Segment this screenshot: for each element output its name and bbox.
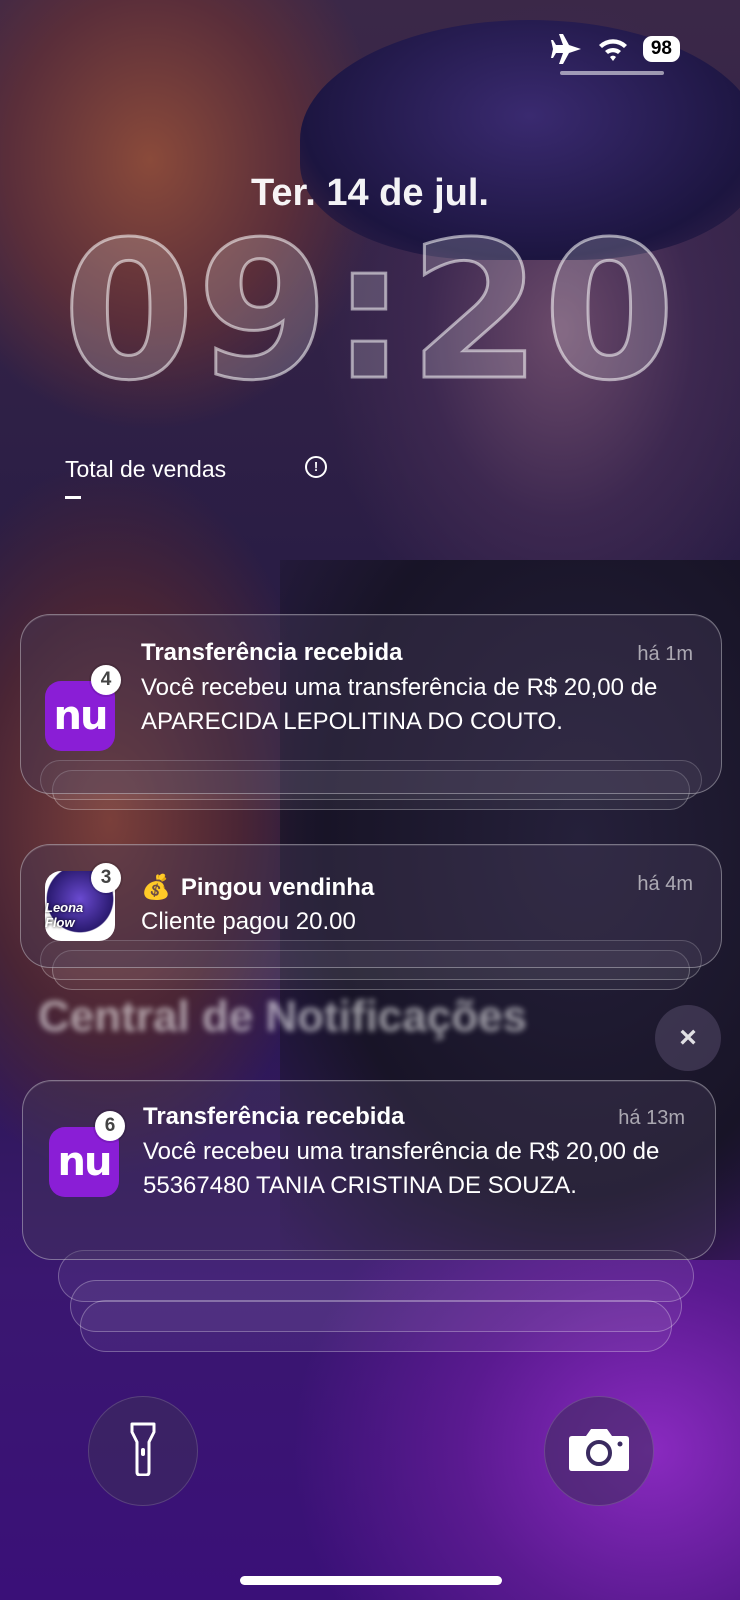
nubank-logo-icon: nu <box>57 1139 113 1185</box>
notification-count-badge: 6 <box>95 1111 125 1141</box>
notification-card[interactable]: Leona Flow 3 💰 Pingou vendinha há 4m Clie… <box>20 844 722 968</box>
notification-title: Transferência recebida <box>141 639 403 666</box>
home-indicator[interactable] <box>240 1576 502 1585</box>
notification-time: há 1m <box>637 643 693 665</box>
airplane-mode-icon <box>550 34 583 64</box>
notification-title: Pingou vendinha <box>180 874 375 901</box>
wifi-icon <box>597 36 629 62</box>
widget-title: Total de vendas <box>65 456 227 482</box>
notification-card[interactable]: nu 4 Transferência recebida há 1m Você r… <box>20 614 722 794</box>
info-icon: ! <box>305 456 327 478</box>
notification-time: há 4m <box>637 873 693 895</box>
control-center-grabber[interactable] <box>560 71 664 75</box>
lock-time: 09:20 <box>61 201 678 422</box>
flashlight-icon <box>130 1422 156 1481</box>
notification-time: há 13m <box>618 1107 685 1129</box>
close-icon: × <box>679 1021 697 1054</box>
widget-value-placeholder <box>65 496 81 499</box>
nubank-logo-icon: nu <box>53 693 109 739</box>
camera-button[interactable] <box>544 1396 654 1506</box>
notification-body: Você recebeu uma transferência de R$ 20,… <box>143 1138 660 1199</box>
notification-count-badge: 4 <box>91 665 121 695</box>
clear-notifications-button[interactable]: × <box>655 1005 721 1071</box>
camera-icon <box>568 1426 630 1477</box>
battery-indicator: 98 <box>642 36 680 62</box>
notification-body: Cliente pagou 20.00 <box>141 908 356 935</box>
notification-count-badge: 3 <box>91 863 121 893</box>
notification-title: Transferência recebida <box>143 1103 405 1130</box>
money-bag-icon: 💰 <box>141 874 171 901</box>
status-bar: 98 <box>550 34 680 64</box>
flashlight-button[interactable] <box>88 1396 198 1506</box>
leona-flow-logo: Leona Flow <box>45 900 84 930</box>
notification-card[interactable]: nu 6 Transferência recebida há 13m Você … <box>22 1080 716 1260</box>
notification-title-row: 💰 Pingou vendinha <box>141 873 374 902</box>
sales-widget[interactable]: Total de vendas ! <box>65 456 327 499</box>
notification-center-title: Central de Notificações <box>38 992 528 1041</box>
notification-body: Você recebeu uma transferência de R$ 20,… <box>141 674 658 735</box>
